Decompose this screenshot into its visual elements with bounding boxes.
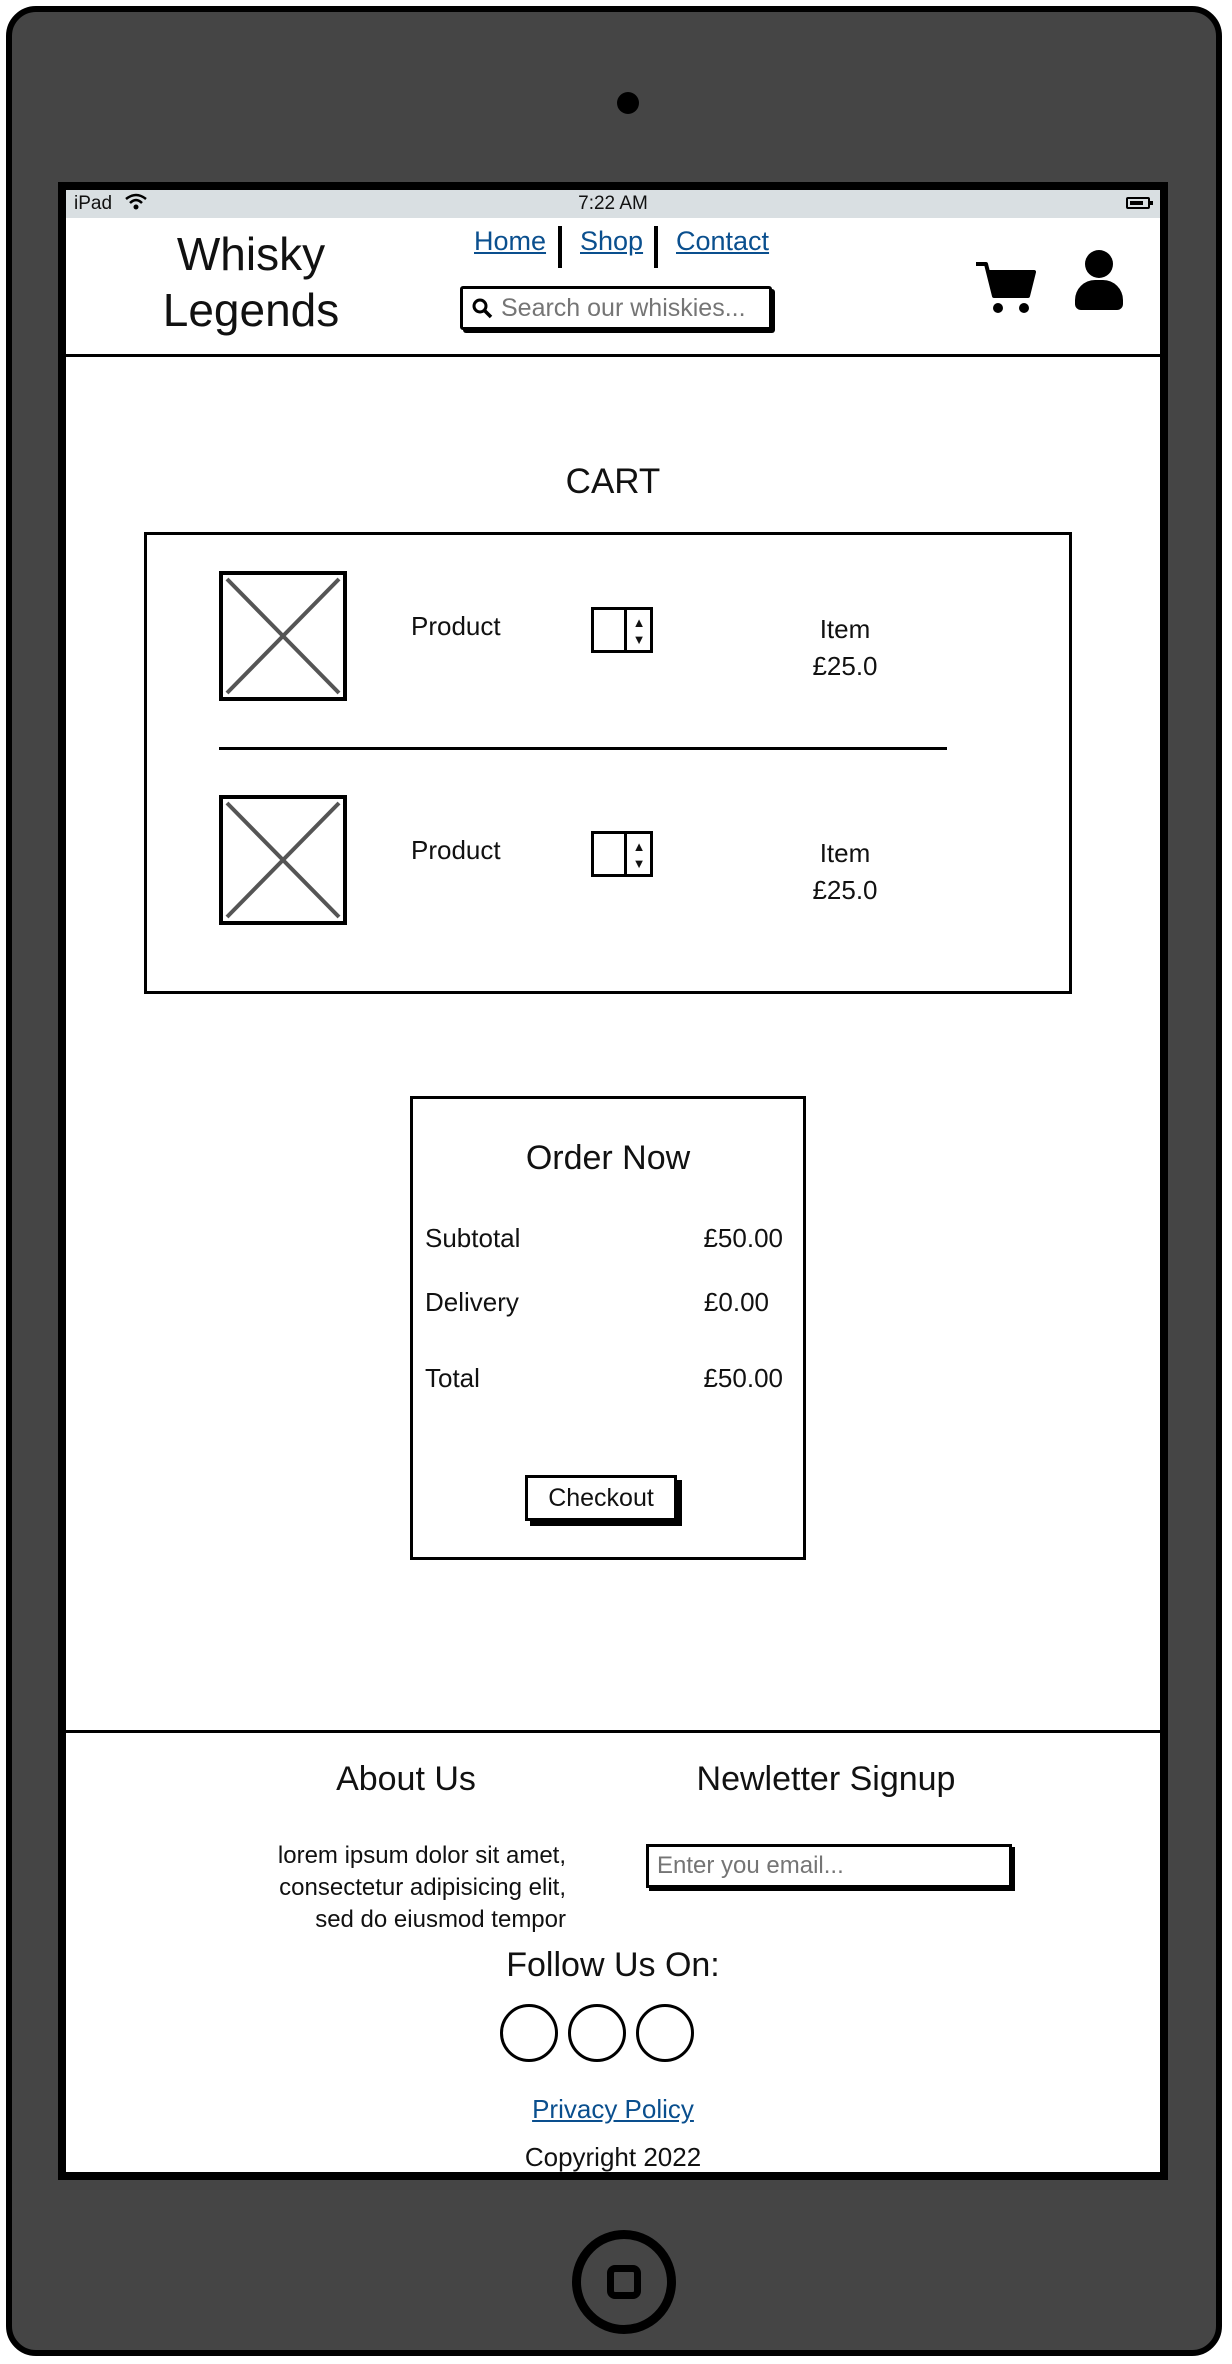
cart-title: CART	[565, 462, 661, 501]
product-name: Product	[411, 611, 501, 641]
nav-shop-link[interactable]: Shop	[580, 226, 643, 257]
item-price-value: £25.0	[812, 875, 878, 905]
user-icon[interactable]	[1072, 250, 1126, 314]
newsletter-email-box	[646, 1844, 1012, 1888]
email-field[interactable]	[657, 1850, 997, 1882]
about-text-line: lorem ipsum dolor sit amet,	[277, 1842, 566, 1869]
nav-contact-link[interactable]: Contact	[676, 226, 769, 257]
product-name: Product	[411, 835, 501, 865]
search-icon	[471, 297, 493, 325]
quantity-stepper[interactable]: ▲ ▼	[591, 831, 653, 877]
quantity-value[interactable]	[594, 610, 627, 650]
quantity-stepper[interactable]: ▲ ▼	[591, 607, 653, 653]
quantity-value[interactable]	[594, 834, 627, 874]
checkout-button[interactable]: Checkout	[525, 1475, 677, 1521]
follow-title: Follow Us On:	[506, 1946, 720, 1984]
screen: iPad 7:22 AM Whisky Legends Home Shop Co…	[58, 182, 1168, 2180]
image-placeholder-icon	[219, 571, 347, 701]
privacy-policy: Privacy Policy	[66, 2094, 1160, 2125]
total-value: £50.00	[703, 1363, 783, 1393]
item-price: Item £25.0	[765, 611, 925, 685]
social-icon[interactable]	[568, 2004, 626, 2062]
privacy-policy-link[interactable]: Privacy Policy	[532, 2094, 694, 2124]
subtotal-value: £50.00	[703, 1223, 783, 1253]
order-summary-box: Order Now Subtotal £50.00 Delivery £0.00…	[410, 1096, 806, 1560]
item-label: Item	[819, 838, 871, 868]
site-logo[interactable]: Whisky Legends	[136, 226, 366, 338]
cart-items-box: Product ▲ ▼ Item £25.0 Product ▲ ▼ Item …	[144, 532, 1072, 994]
logo-line-1: Whisky	[176, 228, 326, 280]
social-icon[interactable]	[500, 2004, 558, 2062]
subtotal-label: Subtotal	[425, 1223, 521, 1253]
order-title: Order Now	[525, 1139, 691, 1177]
header-divider	[66, 354, 1160, 357]
status-time: 7:22 AM	[578, 193, 648, 214]
battery-icon	[1126, 197, 1153, 209]
about-text: lorem ipsum dolor sit amet, consectetur …	[186, 1840, 566, 1936]
item-price-value: £25.0	[812, 651, 878, 681]
nav-separator	[654, 226, 658, 268]
search-input[interactable]	[501, 291, 763, 325]
cart-icon[interactable]	[974, 260, 1036, 329]
newsletter-title: Newletter Signup	[696, 1760, 956, 1798]
camera	[617, 92, 639, 114]
search-box	[460, 286, 772, 330]
about-title: About Us	[336, 1760, 476, 1798]
copyright: Copyright 2022	[524, 2142, 702, 2172]
status-bar: iPad 7:22 AM	[66, 190, 1160, 218]
delivery-label: Delivery	[425, 1287, 519, 1317]
nav-home-link[interactable]: Home	[474, 226, 546, 257]
total-label: Total	[425, 1363, 480, 1393]
item-label: Item	[819, 614, 871, 644]
cart-row-divider	[219, 747, 947, 750]
about-text-line: consectetur adipisicing elit,	[279, 1874, 566, 1901]
cart-item-row: Product ▲ ▼ Item £25.0	[147, 571, 1069, 711]
stepper-arrows-icon[interactable]: ▲ ▼	[630, 838, 648, 872]
item-price: Item £25.0	[765, 835, 925, 909]
device-home-button[interactable]	[572, 2230, 676, 2334]
nav-separator	[558, 226, 562, 268]
social-icon[interactable]	[636, 2004, 694, 2062]
image-placeholder-icon	[219, 795, 347, 925]
logo-line-2: Legends	[162, 284, 340, 336]
delivery-value: £0.00	[703, 1287, 769, 1317]
stepper-arrows-icon[interactable]: ▲ ▼	[630, 614, 648, 648]
cart-item-row: Product ▲ ▼ Item £25.0	[147, 795, 1069, 935]
about-text-line: sed do eiusmod tempor	[315, 1906, 566, 1933]
footer-divider	[66, 1730, 1160, 1733]
